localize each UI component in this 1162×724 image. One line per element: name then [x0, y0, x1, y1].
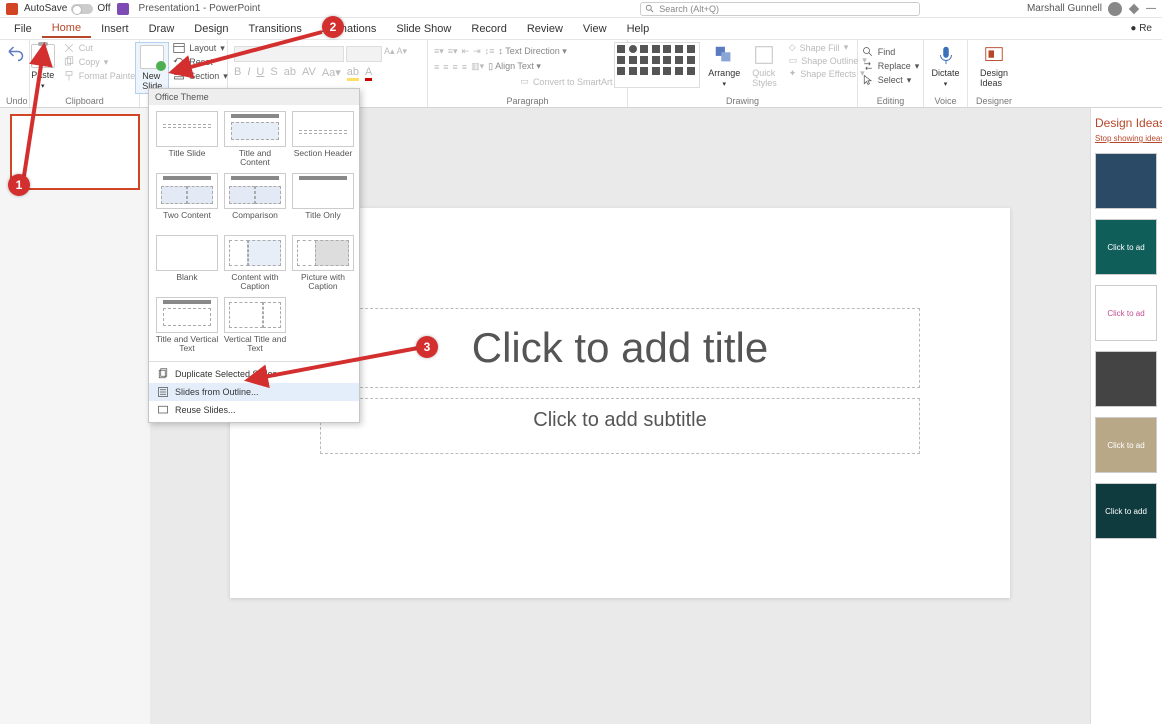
- annotation-marker-1: 1: [8, 174, 30, 196]
- annotation-arrows: [0, 0, 1162, 724]
- annotation-marker-2: 2: [322, 16, 344, 38]
- annotation-marker-3: 3: [416, 336, 438, 358]
